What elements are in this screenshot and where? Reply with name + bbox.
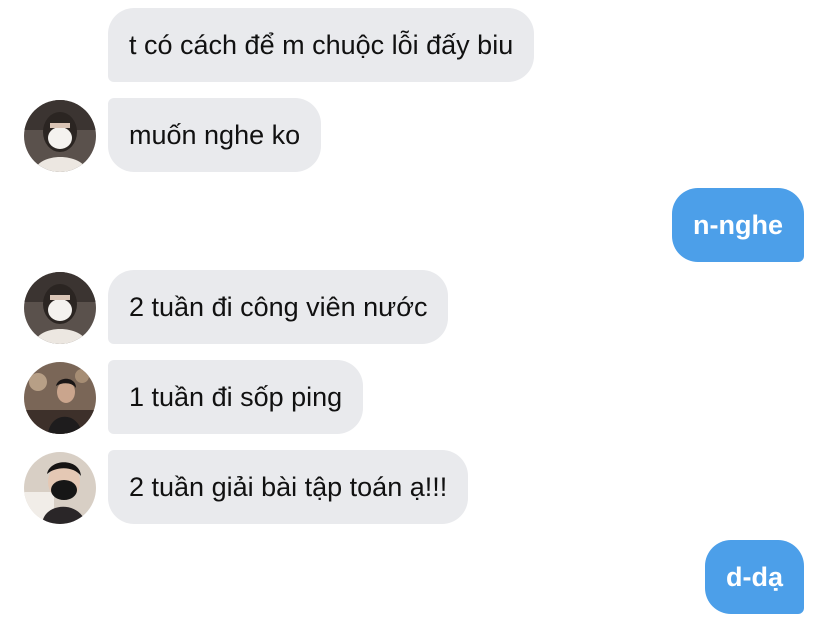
sender-avatar[interactable]: [24, 100, 96, 172]
message-bubble-outgoing[interactable]: d-dạ: [705, 540, 804, 614]
avatar-masked-person-photo-icon: [24, 452, 96, 524]
message-bubble-outgoing[interactable]: n-nghe: [672, 188, 804, 262]
message-bubble-incoming[interactable]: 1 tuần đi sốp ping: [108, 360, 364, 434]
avatar-masked-person-photo-icon: [24, 272, 96, 344]
message-bubble-incoming[interactable]: muốn nghe ko: [108, 98, 322, 172]
sender-avatar[interactable]: [24, 452, 96, 524]
sender-avatar[interactable]: [24, 362, 96, 434]
message-bubble-incoming[interactable]: 2 tuần giải bài tập toán ạ!!!: [108, 450, 469, 524]
avatar-masked-person-photo-icon: [24, 100, 96, 172]
avatar-person-photo-icon: [24, 362, 96, 434]
message-bubble-incoming[interactable]: t có cách để m chuộc lỗi đấy biu: [108, 8, 535, 82]
sender-avatar[interactable]: [24, 272, 96, 344]
message-bubble-incoming[interactable]: 2 tuần đi công viên nước: [108, 270, 449, 344]
